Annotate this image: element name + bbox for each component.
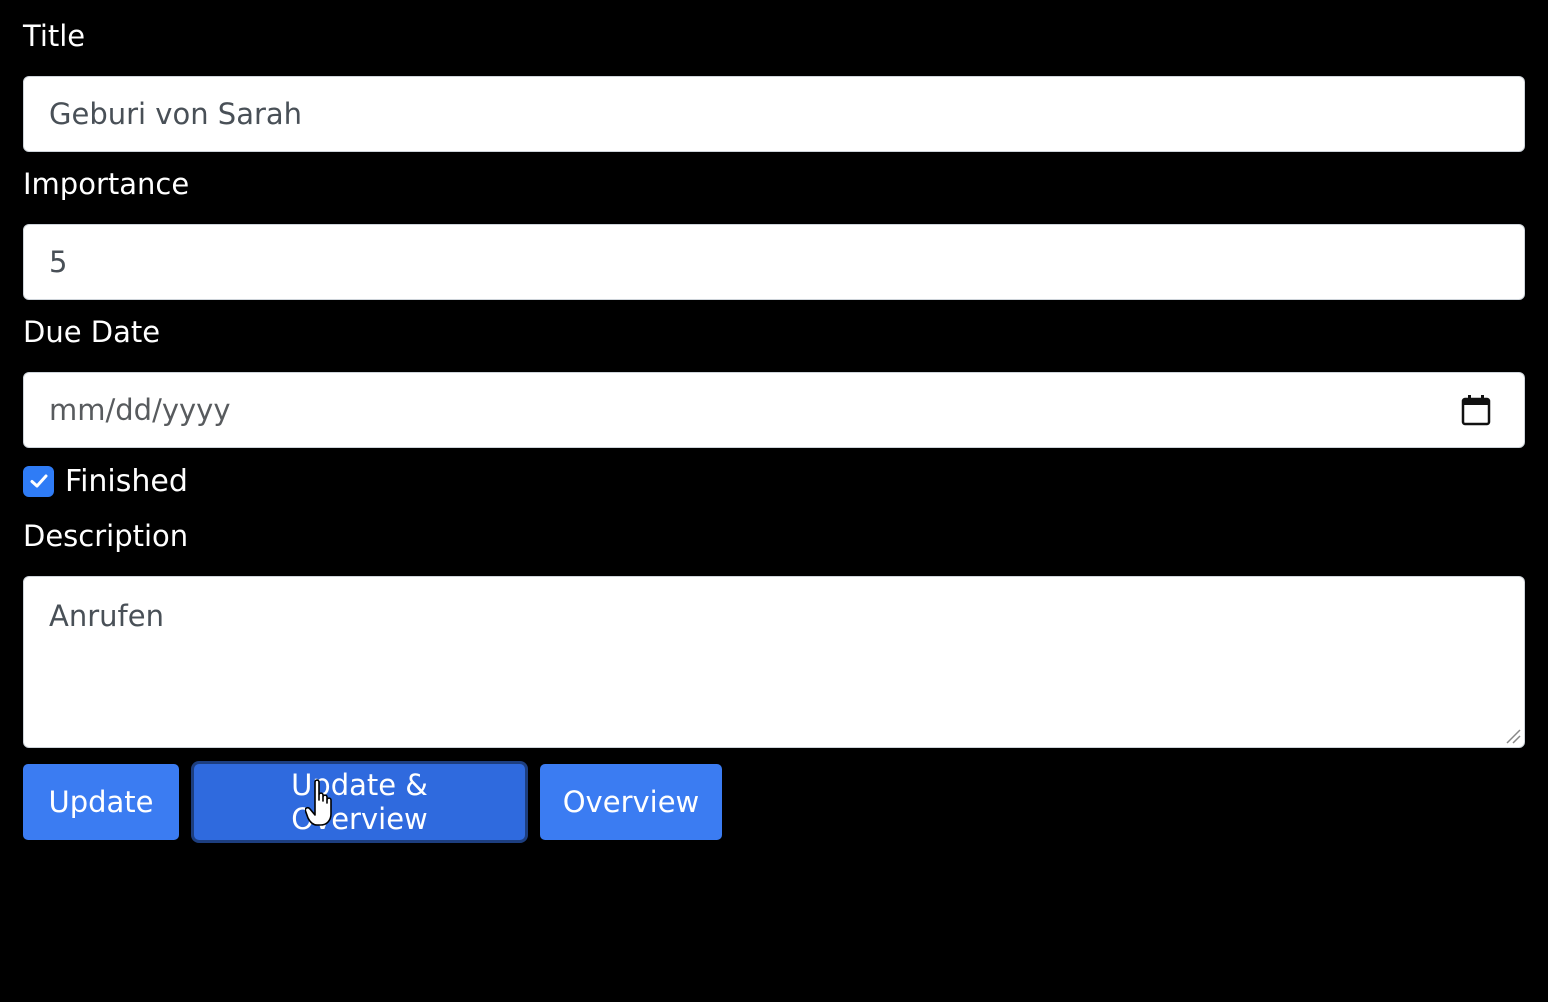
importance-input[interactable]: 5 xyxy=(23,224,1525,300)
title-input-value: Geburi von Sarah xyxy=(49,97,303,131)
due-date-label: Due Date xyxy=(23,315,161,349)
checkmark-icon xyxy=(30,474,47,488)
description-textarea[interactable]: Anrufen xyxy=(23,576,1525,748)
finished-label: Finished xyxy=(65,463,188,499)
importance-label: Importance xyxy=(23,167,190,201)
importance-input-value: 5 xyxy=(49,245,68,279)
title-label: Title xyxy=(23,19,86,53)
resize-handle-icon[interactable] xyxy=(1503,726,1521,744)
description-label: Description xyxy=(23,519,189,553)
update-overview-button[interactable]: Update & Overview xyxy=(194,764,525,840)
form-actions: Update Update & Overview Overview xyxy=(23,764,737,840)
update-button[interactable]: Update xyxy=(23,764,179,840)
due-date-input[interactable]: mm/dd/yyyy xyxy=(23,372,1525,448)
description-textarea-value: Anrufen xyxy=(49,599,164,633)
due-date-placeholder: mm/dd/yyyy xyxy=(49,393,231,427)
overview-button[interactable]: Overview xyxy=(540,764,722,840)
finished-checkbox-row[interactable]: Finished xyxy=(23,463,188,499)
calendar-icon[interactable] xyxy=(1461,394,1491,426)
finished-checkbox[interactable] xyxy=(23,465,54,497)
title-input[interactable]: Geburi von Sarah xyxy=(23,76,1525,152)
